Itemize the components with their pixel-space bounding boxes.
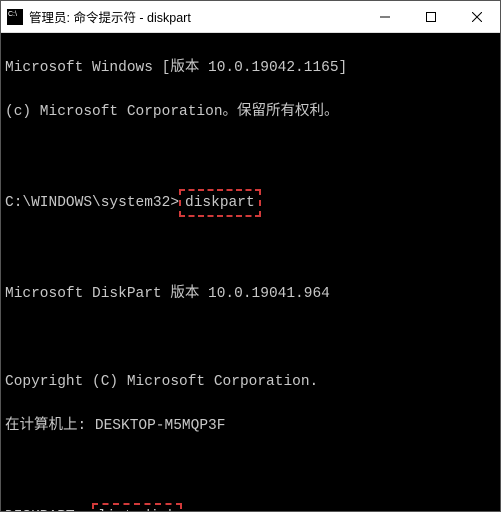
blank-line — [5, 327, 496, 349]
window-title: 管理员: 命令提示符 - diskpart — [29, 7, 362, 26]
blank-line — [5, 145, 496, 167]
close-button[interactable] — [454, 1, 500, 32]
output-line: Copyright (C) Microsoft Corporation. — [5, 371, 496, 393]
cmd-window: 管理员: 命令提示符 - diskpart Microsoft Windows … — [0, 0, 501, 512]
output-line: 在计算机上: DESKTOP-M5MQP3F — [5, 415, 496, 437]
highlight-box: diskpart — [179, 189, 261, 217]
prompt: DISKPART> — [5, 509, 92, 511]
blank-line — [5, 239, 496, 261]
command-line: C:\WINDOWS\system32>diskpart — [5, 189, 496, 217]
window-controls — [362, 1, 500, 32]
terminal-area[interactable]: Microsoft Windows [版本 10.0.19042.1165] (… — [1, 33, 500, 511]
output-line: (c) Microsoft Corporation。保留所有权利。 — [5, 101, 496, 123]
maximize-button[interactable] — [408, 1, 454, 32]
titlebar[interactable]: 管理员: 命令提示符 - diskpart — [1, 1, 500, 33]
minimize-button[interactable] — [362, 1, 408, 32]
prompt: C:\WINDOWS\system32> — [5, 195, 179, 211]
command-line: DISKPART> list disk — [5, 503, 496, 511]
highlight-box: list disk — [92, 503, 182, 511]
cmd-icon — [7, 9, 23, 25]
output-line: Microsoft DiskPart 版本 10.0.19041.964 — [5, 283, 496, 305]
output-line: Microsoft Windows [版本 10.0.19042.1165] — [5, 57, 496, 79]
blank-line — [5, 459, 496, 481]
